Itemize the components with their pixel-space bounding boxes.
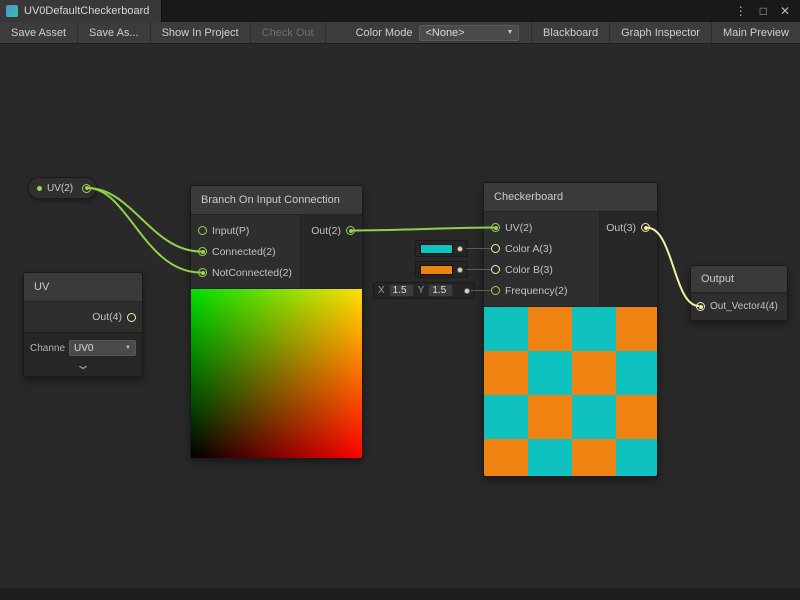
uv-out-port[interactable] — [127, 313, 136, 322]
node-preview-dot-icon — [37, 186, 42, 191]
node-title: Branch On Input Connection — [191, 186, 362, 215]
menu-icon[interactable]: ⋮ — [735, 5, 747, 17]
uv-node-controls: Channe UV0 ▼ ⌄ — [24, 332, 142, 376]
port-label: Color A(3) — [505, 243, 552, 255]
widget-connector-dot — [464, 288, 470, 294]
node-title: Checkerboard — [484, 183, 657, 212]
notconnected-port[interactable] — [198, 268, 207, 277]
out-vector4-port[interactable] — [696, 302, 705, 311]
channel-value: UV0 — [74, 343, 93, 354]
check-out-button[interactable]: Check Out — [251, 22, 326, 43]
port-row: Out(2) — [301, 220, 362, 241]
port-row: Color A(3) — [484, 238, 599, 259]
branch-out-port[interactable] — [346, 226, 355, 235]
show-in-project-button[interactable]: Show In Project — [151, 22, 251, 43]
output-node[interactable]: Output Out_Vector4(4) — [690, 265, 788, 321]
uv-pill-label: UV(2) — [47, 183, 73, 194]
uv-node[interactable]: UV Out(4) Channe UV0 ▼ ⌄ — [23, 272, 143, 377]
color-a-port[interactable] — [491, 244, 500, 253]
channel-dropdown[interactable]: UV0 ▼ — [69, 340, 136, 356]
port-label: Frequency(2) — [505, 285, 567, 297]
color-mode-dropdown[interactable]: <None> ▼ — [419, 25, 519, 41]
port-row: NotConnected(2) — [191, 262, 300, 283]
bottom-edge-strip — [0, 588, 800, 600]
chevron-down-icon: ▼ — [507, 29, 514, 36]
frequency-y-label: Y — [418, 285, 425, 296]
frequency-x-field[interactable]: 1.5 — [389, 284, 414, 297]
color-b-port[interactable] — [491, 265, 500, 274]
frequency-widget: X 1.5 Y 1.5 — [373, 282, 475, 299]
color-b-swatch-widget[interactable] — [415, 261, 468, 278]
port-row: Input(P) — [191, 220, 300, 241]
save-asset-button[interactable]: Save Asset — [0, 22, 78, 43]
connected-port[interactable] — [198, 247, 207, 256]
port-row: Out(3) — [600, 217, 657, 238]
port-label: Out_Vector4(4) — [710, 301, 778, 312]
branch-on-input-connection-node[interactable]: Branch On Input Connection Input(P) Conn… — [190, 185, 363, 459]
asset-tab[interactable]: UV0DefaultCheckerboard — [0, 0, 162, 22]
port-row: UV(2) — [484, 217, 599, 238]
checkerboard-out-port[interactable] — [641, 223, 650, 232]
port-label: Out(4) — [92, 311, 122, 323]
frequency-port[interactable] — [491, 286, 500, 295]
widget-connector-dot — [457, 246, 463, 252]
channel-label: Channe — [30, 343, 65, 354]
port-label: Out(2) — [311, 225, 341, 237]
window-controls: ⋮ □ ✕ — [735, 0, 800, 22]
tab-title: UV0DefaultCheckerboard — [24, 5, 149, 17]
checkerboard-uv-port[interactable] — [491, 223, 500, 232]
port-label: Out(3) — [606, 222, 636, 234]
port-label: Connected(2) — [212, 246, 276, 258]
port-row: Connected(2) — [191, 241, 300, 262]
preview-green-layer — [191, 289, 362, 458]
maximize-icon[interactable]: □ — [760, 5, 767, 17]
color-a-swatch-widget[interactable] — [415, 240, 468, 257]
toolbar-spacer — [519, 22, 531, 43]
graph-inspector-button[interactable]: Graph Inspector — [609, 22, 711, 43]
frequency-y-field[interactable]: 1.5 — [428, 284, 453, 297]
widget-connector-dot — [457, 267, 463, 273]
save-as-button[interactable]: Save As... — [78, 22, 151, 43]
color-a-swatch[interactable] — [420, 244, 453, 254]
main-preview-button[interactable]: Main Preview — [711, 22, 800, 43]
uv-compact-node[interactable]: UV(2) — [28, 177, 97, 199]
blackboard-button[interactable]: Blackboard — [531, 22, 609, 43]
shader-graph-window: UV0DefaultCheckerboard ⋮ □ ✕ Save Asset … — [0, 0, 800, 600]
checkerboard-preview — [484, 306, 657, 476]
input-p-port[interactable] — [198, 226, 207, 235]
toolbar: Save Asset Save As... Show In Project Ch… — [0, 22, 800, 44]
chevron-down-icon: ▼ — [125, 345, 131, 351]
port-row: Out(4) — [24, 302, 142, 332]
port-label: UV(2) — [505, 222, 532, 234]
node-title: Output — [691, 266, 787, 293]
port-label: Input(P) — [212, 225, 249, 237]
port-label: NotConnected(2) — [212, 267, 292, 279]
color-mode-value: <None> — [425, 27, 464, 39]
collapse-chevron-icon[interactable]: ⌄ — [4, 357, 163, 373]
checkerboard-node[interactable]: Checkerboard UV(2) Color A(3) Color B(3) — [483, 182, 658, 477]
shader-graph-icon — [6, 5, 18, 17]
close-icon[interactable]: ✕ — [780, 5, 790, 17]
port-label: Color B(3) — [505, 264, 553, 276]
uv-gradient-preview — [191, 288, 362, 458]
uv-pill-output-port[interactable] — [82, 184, 91, 193]
title-bar: UV0DefaultCheckerboard ⋮ □ ✕ — [0, 0, 800, 22]
port-row: Frequency(2) — [484, 280, 599, 301]
frequency-x-label: X — [378, 285, 385, 296]
color-b-swatch[interactable] — [420, 265, 453, 275]
port-row: Out_Vector4(4) — [691, 293, 787, 320]
node-title: UV — [24, 273, 142, 302]
color-mode-label: Color Mode — [326, 22, 420, 43]
port-row: Color B(3) — [484, 259, 599, 280]
